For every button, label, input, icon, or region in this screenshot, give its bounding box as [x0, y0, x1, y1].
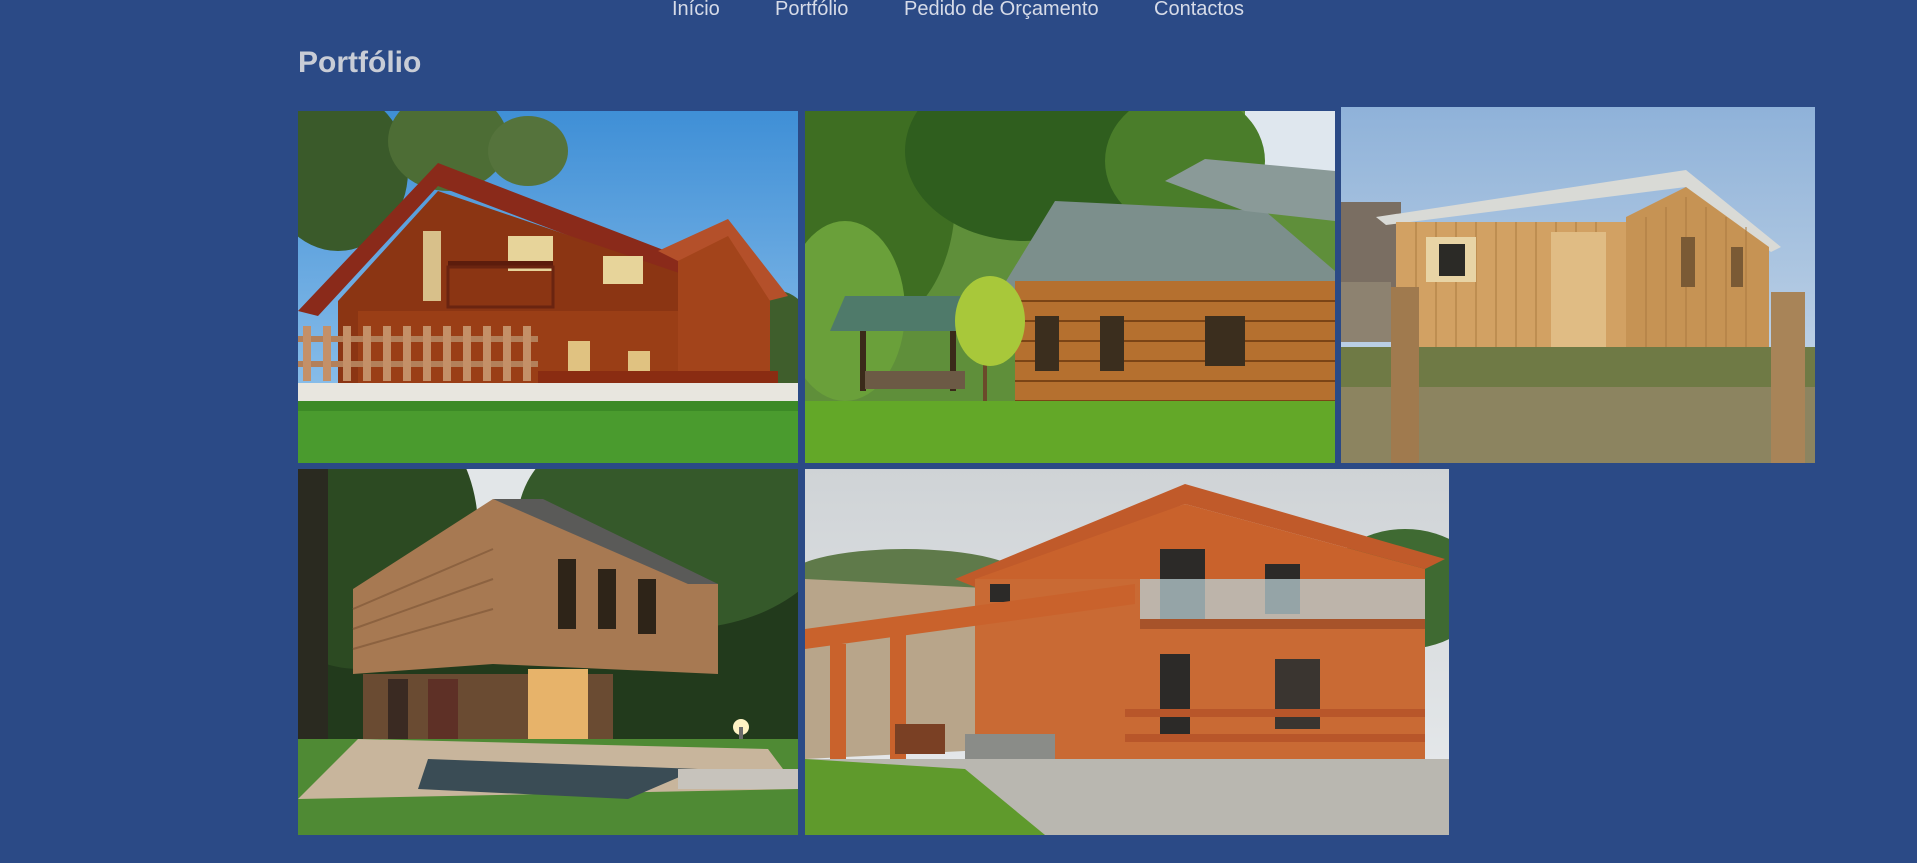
nav-link-pedido-orcamento[interactable]: Pedido de Orçamento — [904, 0, 1099, 21]
nav-link-contactos[interactable]: Contactos — [1154, 0, 1244, 21]
nav-link-portfolio[interactable]: Portfólio — [775, 0, 848, 21]
nav-link-inicio[interactable]: Início — [672, 0, 720, 21]
portfolio-photo-plank-house[interactable] — [1341, 107, 1815, 463]
portfolio-photo-log-cabin[interactable] — [805, 111, 1335, 463]
portfolio-photo-orange-house[interactable] — [805, 469, 1449, 835]
portfolio-photo-modern-timber-house[interactable] — [298, 469, 798, 835]
portfolio-photo-red-chalet[interactable] — [298, 111, 798, 463]
top-nav: Início Portfólio Pedido de Orçamento Con… — [0, 0, 1917, 26]
page-title: Portfólio — [298, 46, 422, 79]
